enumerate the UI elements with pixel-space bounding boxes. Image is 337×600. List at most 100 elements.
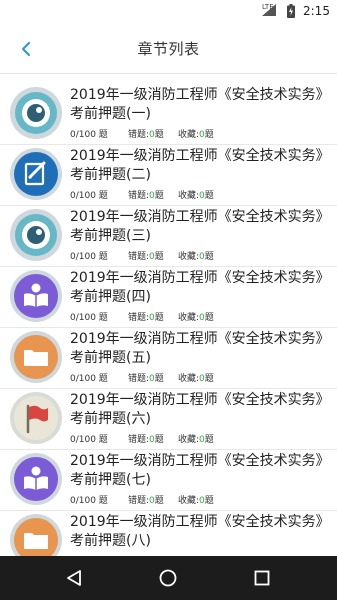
- chapter-stats: 0/100 题错题:0题收藏:0题: [70, 432, 214, 445]
- chapter-row[interactable]: 2019年一级消防工程师《安全技术实务》考前押题(五) 0/100 题错题:0题收…: [0, 328, 337, 389]
- progress-value: 0/100: [70, 496, 96, 506]
- progress-unit: 题: [95, 252, 108, 262]
- reader-icon: [10, 453, 62, 505]
- fav-unit: 题: [204, 130, 214, 140]
- question-progress: 0/100 题: [70, 310, 128, 323]
- chapter-title: 2019年一级消防工程师《安全技术实务》考前押题(三): [70, 209, 330, 244]
- reader-icon-graphic: [10, 453, 62, 505]
- folder-icon: [10, 331, 62, 383]
- chapter-stats: 0/100 题错题:0题收藏:0题: [70, 493, 214, 506]
- progress-value: 0/100: [70, 130, 96, 140]
- wrong-count: 错题:0题: [128, 432, 178, 445]
- chapter-title: 2019年一级消防工程师《安全技术实务》考前押题(七): [70, 453, 330, 488]
- question-progress: 0/100 题: [70, 493, 128, 506]
- fav-label: 收藏:: [178, 496, 200, 506]
- wrong-count: 错题:0题: [128, 188, 178, 201]
- fav-unit: 题: [204, 435, 214, 445]
- wrong-unit: 题: [154, 374, 164, 384]
- circle-home-icon: [159, 569, 177, 587]
- wrong-label: 错题:: [128, 313, 150, 323]
- favorite-count: 收藏:0题: [178, 127, 214, 140]
- wrong-label: 错题:: [128, 374, 150, 384]
- question-progress: 0/100 题: [70, 127, 128, 140]
- question-progress: 0/100 题: [70, 371, 128, 384]
- wrong-label: 错题:: [128, 496, 150, 506]
- chapter-title: 2019年一级消防工程师《安全技术实务》考前押题(四): [70, 270, 330, 305]
- chapter-title: 2019年一级消防工程师《安全技术实务》考前押题(八): [70, 514, 330, 549]
- fav-unit: 题: [204, 374, 214, 384]
- chapter-row[interactable]: 2019年一级消防工程师《安全技术实务》考前押题(六) 0/100 题错题:0题收…: [0, 389, 337, 450]
- system-nav-bar: [0, 556, 337, 600]
- favorite-count: 收藏:0题: [178, 493, 214, 506]
- question-progress: 0/100 题: [70, 249, 128, 262]
- chapter-list: 2019年一级消防工程师《安全技术实务》考前押题(一) 0/100 题错题:0题收…: [0, 84, 337, 556]
- eye-icon: [10, 87, 62, 139]
- page-title: 章节列表: [137, 40, 200, 58]
- chapter-stats: 0/100 题错题:0题收藏:0题: [70, 188, 214, 201]
- question-progress: 0/100 题: [70, 188, 128, 201]
- fav-unit: 题: [204, 496, 214, 506]
- favorite-count: 收藏:0题: [178, 432, 214, 445]
- wrong-count: 错题:0题: [128, 493, 178, 506]
- fav-unit: 题: [204, 191, 214, 201]
- chapter-row[interactable]: 2019年一级消防工程师《安全技术实务》考前押题(八)0/100 题错题:0题收…: [0, 511, 337, 556]
- square-recents-icon: [254, 570, 270, 586]
- wrong-count: 错题:0题: [128, 127, 178, 140]
- chapter-stats: 0/100 题错题:0题收藏:0题: [70, 310, 214, 323]
- folder-icon-graphic: [10, 331, 62, 383]
- favorite-count: 收藏:0题: [178, 249, 214, 262]
- fav-label: 收藏:: [178, 435, 200, 445]
- progress-value: 0/100: [70, 191, 96, 201]
- chapter-title: 2019年一级消防工程师《安全技术实务》考前押题(一): [70, 87, 330, 122]
- chapter-row[interactable]: 2019年一级消防工程师《安全技术实务》考前押题(七) 0/100 题错题:0题收…: [0, 450, 337, 511]
- eye-icon-graphic: [10, 209, 62, 261]
- nav-back-button[interactable]: [62, 566, 86, 590]
- flag-icon-graphic: [10, 392, 62, 444]
- fav-label: 收藏:: [178, 313, 200, 323]
- chapter-row[interactable]: 2019年一级消防工程师《安全技术实务》考前押题(三) 0/100 题错题:0题收…: [0, 206, 337, 267]
- status-bar: LTE 2:15: [0, 0, 337, 24]
- wrong-unit: 题: [154, 435, 164, 445]
- chapter-stats: 0/100 题错题:0题收藏:0题: [70, 127, 214, 140]
- reader-icon: [10, 270, 62, 322]
- progress-unit: 题: [95, 374, 108, 384]
- progress-value: 0/100: [70, 252, 96, 262]
- chapter-row[interactable]: 2019年一级消防工程师《安全技术实务》考前押题(四) 0/100 题错题:0题收…: [0, 267, 337, 328]
- favorite-count: 收藏:0题: [178, 188, 214, 201]
- progress-unit: 题: [95, 496, 108, 506]
- progress-unit: 题: [95, 435, 108, 445]
- progress-value: 0/100: [70, 313, 96, 323]
- wrong-label: 错题:: [128, 252, 150, 262]
- network-type: LTE: [262, 3, 274, 11]
- wrong-unit: 题: [154, 496, 164, 506]
- progress-value: 0/100: [70, 435, 96, 445]
- battery-icon: [287, 4, 295, 18]
- progress-unit: 题: [95, 130, 108, 140]
- wrong-label: 错题:: [128, 191, 150, 201]
- flag-icon: [10, 392, 62, 444]
- wrong-count: 错题:0题: [128, 310, 178, 323]
- eye-icon-graphic: [10, 87, 62, 139]
- chapter-row[interactable]: 2019年一级消防工程师《安全技术实务》考前押题(二) 0/100 题错题:0题收…: [0, 145, 337, 206]
- fav-unit: 题: [204, 252, 214, 262]
- nav-home-button[interactable]: [156, 566, 180, 590]
- fav-unit: 题: [204, 313, 214, 323]
- chapter-title: 2019年一级消防工程师《安全技术实务》考前押题(五): [70, 331, 330, 366]
- wrong-label: 错题:: [128, 130, 150, 140]
- wrong-count: 错题:0题: [128, 371, 178, 384]
- wrong-label: 错题:: [128, 435, 150, 445]
- wrong-unit: 题: [154, 130, 164, 140]
- progress-unit: 题: [95, 313, 108, 323]
- favorite-count: 收藏:0题: [178, 310, 214, 323]
- fav-label: 收藏:: [178, 374, 200, 384]
- app-bar: 章节列表: [0, 24, 337, 74]
- folder-icon-graphic: [10, 514, 62, 556]
- triangle-back-icon: [67, 570, 81, 586]
- clock: 2:15: [303, 4, 330, 18]
- eye-icon: [10, 209, 62, 261]
- progress-value: 0/100: [70, 374, 96, 384]
- question-progress: 0/100 题: [70, 432, 128, 445]
- chapter-row[interactable]: 2019年一级消防工程师《安全技术实务》考前押题(一) 0/100 题错题:0题收…: [0, 84, 337, 145]
- chapter-title: 2019年一级消防工程师《安全技术实务》考前押题(六): [70, 392, 330, 427]
- nav-recents-button[interactable]: [250, 566, 274, 590]
